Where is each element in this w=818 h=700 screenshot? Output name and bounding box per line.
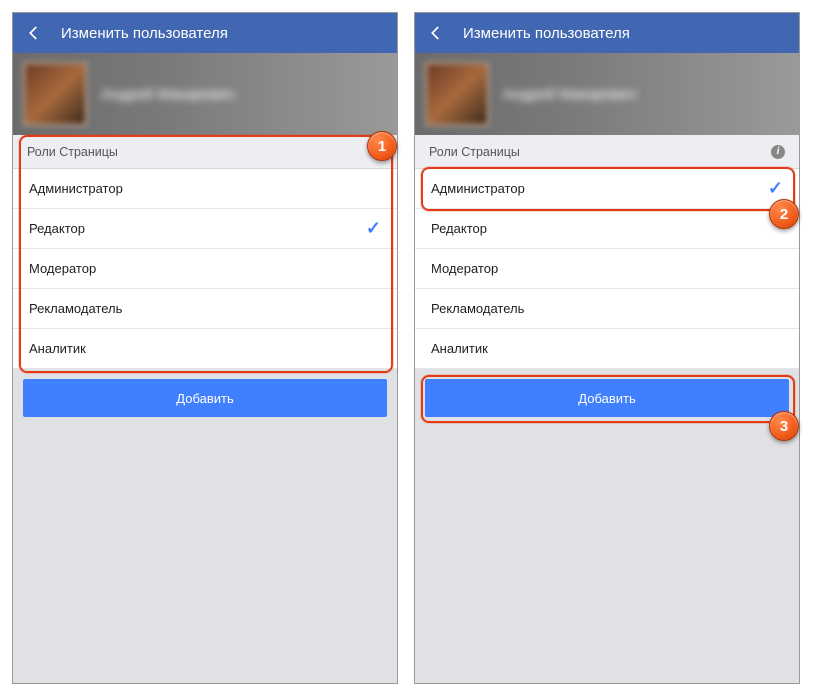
- avatar: [23, 62, 87, 126]
- role-label: Администратор: [29, 181, 123, 196]
- check-icon: ✓: [366, 218, 381, 239]
- titlebar-title: Изменить пользователя: [463, 25, 630, 42]
- role-item-editor[interactable]: Редактор: [415, 209, 799, 249]
- role-label: Аналитик: [29, 341, 86, 356]
- role-list: Администратор ✓ Редактор Модератор Рекла…: [415, 169, 799, 369]
- section-header: Роли Страницы: [13, 135, 397, 169]
- role-item-editor[interactable]: Редактор ✓: [13, 209, 397, 249]
- profile-name: Андрей Макаревич: [101, 86, 234, 103]
- titlebar: Изменить пользователя: [13, 13, 397, 53]
- section-header: Роли Страницы i: [415, 135, 799, 169]
- role-item-advertiser[interactable]: Рекламодатель: [415, 289, 799, 329]
- role-label: Рекламодатель: [29, 301, 122, 316]
- back-icon[interactable]: [25, 24, 43, 42]
- role-item-moderator[interactable]: Модератор: [415, 249, 799, 289]
- back-icon[interactable]: [427, 24, 445, 42]
- add-button[interactable]: Добавить: [23, 379, 387, 417]
- add-button-label: Добавить: [578, 391, 635, 406]
- role-item-moderator[interactable]: Модератор: [13, 249, 397, 289]
- role-list: Администратор Редактор ✓ Модератор Рекла…: [13, 169, 397, 369]
- screenshot-left: Изменить пользователя Андрей Макаревич Р…: [12, 12, 398, 684]
- add-button-label: Добавить: [176, 391, 233, 406]
- profile-header: Андрей Макаревич: [415, 53, 799, 135]
- profile-header: Андрей Макаревич: [13, 53, 397, 135]
- titlebar-title: Изменить пользователя: [61, 25, 228, 42]
- profile-name: Андрей Макаревич: [503, 86, 636, 103]
- role-label: Рекламодатель: [431, 301, 524, 316]
- role-label: Редактор: [431, 221, 487, 236]
- check-icon: ✓: [768, 178, 783, 199]
- info-icon[interactable]: i: [771, 145, 785, 159]
- role-label: Аналитик: [431, 341, 488, 356]
- section-title: Роли Страницы: [429, 145, 520, 159]
- avatar: [425, 62, 489, 126]
- role-label: Редактор: [29, 221, 85, 236]
- section-title: Роли Страницы: [27, 145, 118, 159]
- titlebar: Изменить пользователя: [415, 13, 799, 53]
- role-label: Модератор: [431, 261, 498, 276]
- role-label: Модератор: [29, 261, 96, 276]
- add-button[interactable]: Добавить: [425, 379, 789, 417]
- role-item-analyst[interactable]: Аналитик: [415, 329, 799, 369]
- role-label: Администратор: [431, 181, 525, 196]
- role-item-admin[interactable]: Администратор: [13, 169, 397, 209]
- screenshot-right: Изменить пользователя Андрей Макаревич Р…: [414, 12, 800, 684]
- role-item-admin[interactable]: Администратор ✓: [415, 169, 799, 209]
- role-item-advertiser[interactable]: Рекламодатель: [13, 289, 397, 329]
- role-item-analyst[interactable]: Аналитик: [13, 329, 397, 369]
